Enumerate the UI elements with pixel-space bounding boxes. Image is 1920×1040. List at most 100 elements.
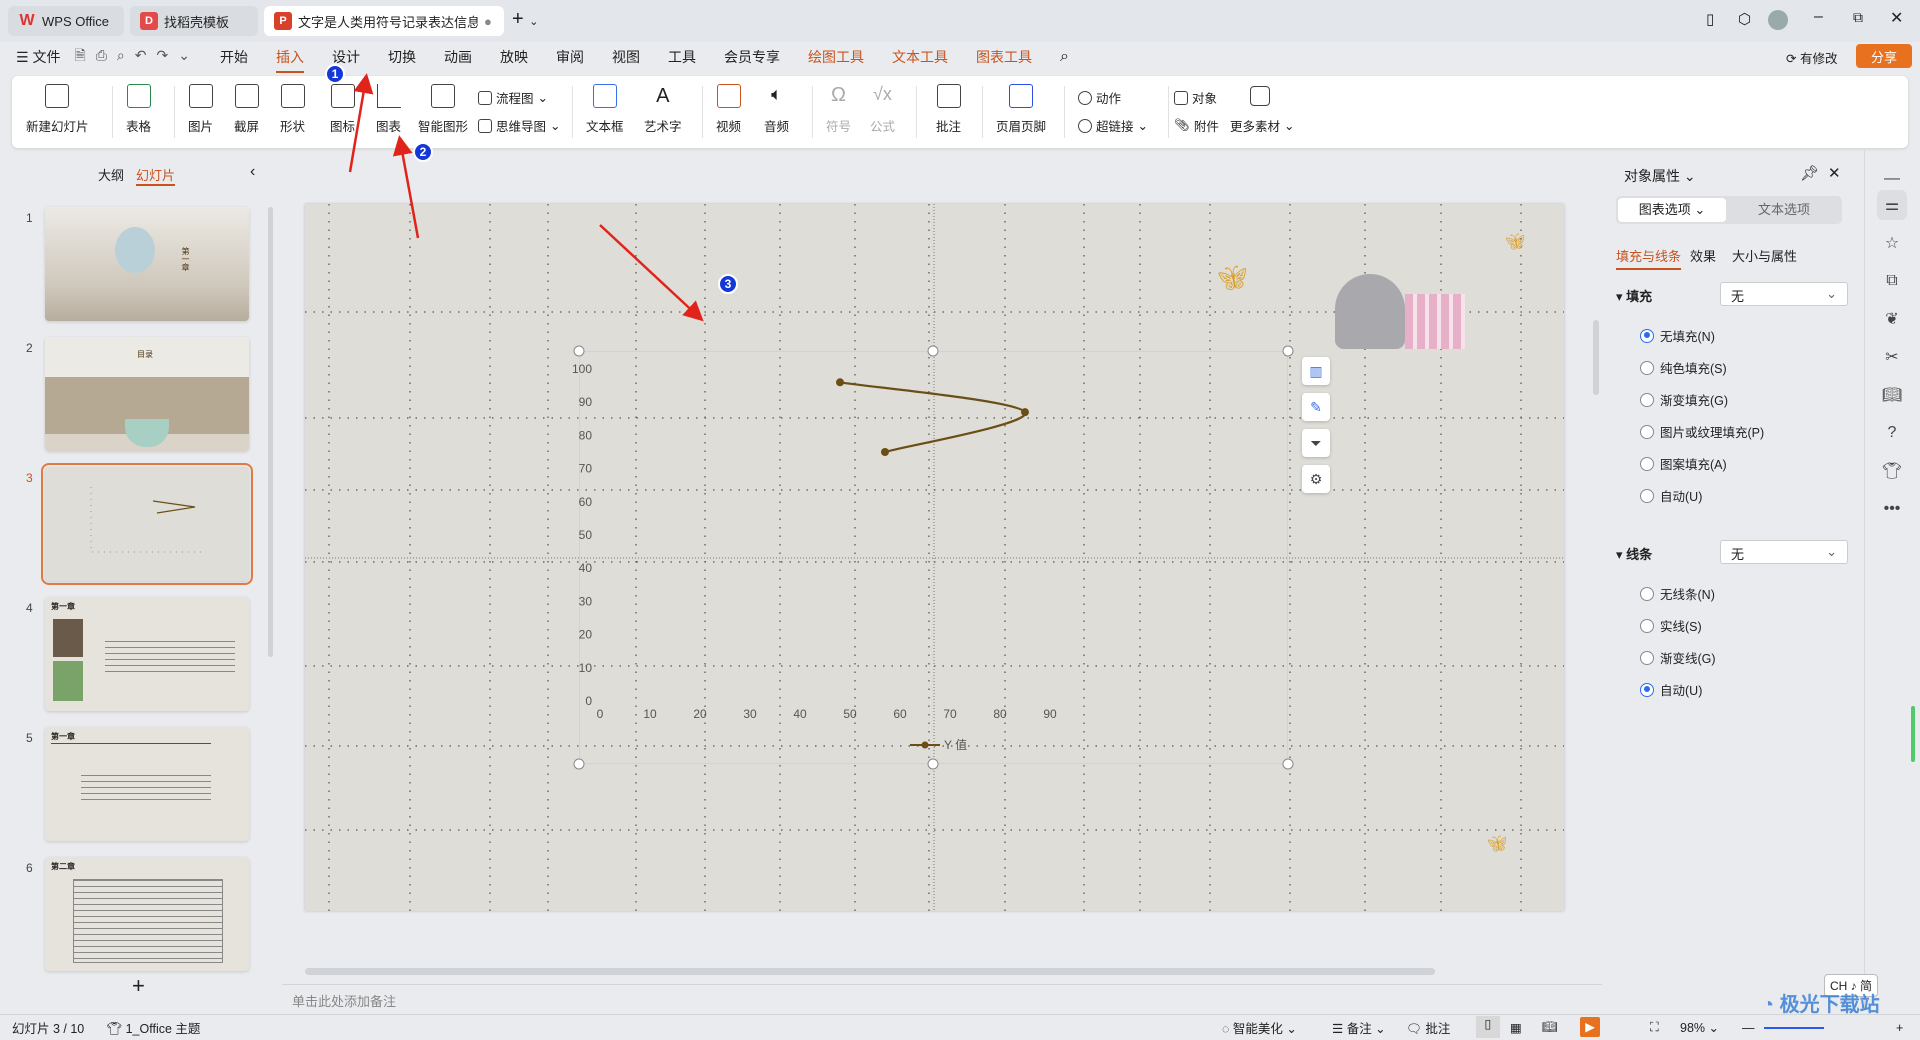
- help-icon[interactable]: ?: [1877, 418, 1907, 448]
- resize-handle-sw[interactable]: [573, 758, 585, 770]
- menu-tools[interactable]: 工具: [654, 47, 710, 67]
- radio-line-2[interactable]: 渐变线(G): [1640, 648, 1716, 667]
- book-search-icon[interactable]: 📖︎: [1877, 380, 1907, 410]
- smart-beautify-button[interactable]: ◌ 智能美化 ⌄: [1222, 1018, 1297, 1037]
- more-materials-button[interactable]: 更多素材 ⌄: [1230, 116, 1295, 135]
- chart-settings-button[interactable]: ⚙: [1302, 465, 1330, 493]
- textbox-button[interactable]: 文本框: [586, 84, 624, 135]
- search-icon[interactable]: ⌕: [1046, 48, 1083, 66]
- slide-panel-scrollbar[interactable]: [268, 207, 273, 657]
- menu-design[interactable]: 设计: [318, 47, 374, 67]
- minimize-button[interactable]: –: [1814, 8, 1823, 26]
- tab-docer[interactable]: D 找稻壳模板: [130, 6, 258, 36]
- vertical-scrollbar[interactable]: [1593, 320, 1599, 395]
- more-icon[interactable]: •••: [1877, 494, 1907, 524]
- close-button[interactable]: ✕: [1890, 8, 1903, 28]
- line-dropdown[interactable]: 无 ⌄: [1720, 540, 1848, 564]
- radio-fill-0[interactable]: 无填充(N): [1640, 326, 1715, 345]
- tools-icon[interactable]: ✂: [1877, 342, 1907, 372]
- formula-button[interactable]: √x 公式: [870, 84, 895, 135]
- side-scroll-indicator[interactable]: [1911, 706, 1915, 762]
- slide-thumbnail-5[interactable]: 第一章: [45, 727, 249, 841]
- object-button[interactable]: 对象: [1174, 88, 1217, 107]
- cube-icon[interactable]: ⬡: [1738, 10, 1751, 28]
- layout-icon[interactable]: ▯: [1706, 10, 1714, 28]
- resize-handle-nw[interactable]: [573, 345, 585, 357]
- menu-slideshow[interactable]: 放映: [486, 47, 542, 67]
- fill-section-toggle[interactable]: ▾ 填充: [1616, 286, 1652, 305]
- radio-fill-5[interactable]: 自动(U): [1640, 486, 1702, 505]
- radio-fill-1[interactable]: 纯色填充(S): [1640, 358, 1727, 377]
- notes-button[interactable]: ☰ 备注 ⌄: [1332, 1018, 1386, 1037]
- fill-dropdown[interactable]: 无 ⌄: [1720, 282, 1848, 306]
- chart-elements-button[interactable]: ▥: [1302, 357, 1330, 385]
- resize-handle-se[interactable]: [1282, 758, 1294, 770]
- symbol-button[interactable]: Ω 符号: [826, 84, 851, 135]
- material-icon[interactable]: ❦: [1877, 304, 1907, 334]
- pin-icon[interactable]: 📌︎: [1800, 164, 1819, 182]
- video-button[interactable]: 视频: [716, 84, 741, 135]
- attachment-button[interactable]: 📎︎ 附件: [1174, 116, 1219, 135]
- subtab-fill-line[interactable]: 填充与线条: [1616, 246, 1682, 270]
- slide-sorter-button[interactable]: ▦: [1510, 1020, 1522, 1035]
- star-icon[interactable]: ☆: [1877, 228, 1907, 258]
- modified-status[interactable]: ⟳ 有修改: [1786, 48, 1837, 67]
- collapse-panel-icon[interactable]: ‹: [250, 163, 255, 181]
- radio-line-0[interactable]: 无线条(N): [1640, 584, 1715, 603]
- shape-button[interactable]: 形状: [280, 84, 305, 135]
- hyperlink-button[interactable]: 超链接 ⌄: [1078, 116, 1148, 135]
- tab-slides[interactable]: 幻灯片: [136, 165, 176, 186]
- icon-button[interactable]: 图标: [330, 84, 355, 135]
- radio-line-3[interactable]: 自动(U): [1640, 680, 1702, 699]
- horizontal-scrollbar[interactable]: [305, 968, 1435, 975]
- share-button[interactable]: 分享: [1856, 44, 1912, 68]
- flowchart-button[interactable]: 流程图 ⌄: [478, 88, 548, 107]
- close-panel-icon[interactable]: ✕: [1828, 164, 1841, 182]
- resize-handle-n[interactable]: [927, 345, 939, 357]
- tab-wps-office[interactable]: W WPS Office: [8, 6, 124, 36]
- subtab-size-properties[interactable]: 大小与属性: [1732, 246, 1797, 265]
- chart-filter-button[interactable]: ⏷: [1302, 429, 1330, 457]
- radio-fill-2[interactable]: 渐变填充(G): [1640, 390, 1728, 409]
- play-button[interactable]: ▶: [1580, 1017, 1600, 1037]
- restore-button[interactable]: ⧉: [1853, 9, 1863, 26]
- menu-home[interactable]: 开始: [206, 47, 262, 67]
- line-section-toggle[interactable]: ▾ 线条: [1616, 544, 1652, 563]
- panel-title[interactable]: 对象属性 ⌄: [1624, 166, 1696, 186]
- chart-object[interactable]: [579, 351, 1288, 764]
- zoom-out-button[interactable]: —: [1742, 1021, 1755, 1035]
- theme-name[interactable]: 👕︎ 1_Office 主题: [106, 1018, 200, 1037]
- new-slide-button[interactable]: 新建幻灯片: [26, 84, 89, 135]
- add-slide-button[interactable]: +: [132, 973, 145, 999]
- menu-text-tools[interactable]: 文本工具: [878, 47, 962, 67]
- quick-access-toolbar[interactable]: 🗎⎙⌕↶↷⌄: [68, 45, 206, 69]
- slide-thumbnail-4[interactable]: 第一章: [45, 597, 249, 711]
- menu-drawing-tools[interactable]: 绘图工具: [794, 47, 878, 67]
- theme-icon[interactable]: 👕︎: [1877, 456, 1907, 486]
- comment-button[interactable]: 批注: [936, 84, 961, 135]
- menu-transition[interactable]: 切换: [374, 47, 430, 67]
- tab-chart-options[interactable]: 图表选项 ⌄: [1618, 198, 1726, 222]
- slide-thumbnail-6[interactable]: 第二章: [45, 857, 249, 971]
- file-menu[interactable]: ☰ 文件: [0, 47, 68, 67]
- table-button[interactable]: 表格: [126, 84, 151, 135]
- picture-button[interactable]: 图片: [188, 84, 213, 135]
- fit-window-button[interactable]: ⛶: [1650, 1020, 1659, 1035]
- menu-review[interactable]: 审阅: [542, 47, 598, 67]
- slide-thumbnail-3[interactable]: [41, 463, 253, 585]
- slide-thumbnail-2[interactable]: 目录: [45, 337, 249, 451]
- new-tab-button[interactable]: + ⌄: [512, 8, 538, 31]
- menu-view[interactable]: 视图: [598, 47, 654, 67]
- chart-style-button[interactable]: ✎: [1302, 393, 1330, 421]
- chart-button[interactable]: 图表: [376, 84, 401, 135]
- properties-icon[interactable]: ⚌: [1877, 190, 1907, 220]
- menu-member[interactable]: 会员专享: [710, 47, 794, 67]
- transform-icon[interactable]: ⧉: [1877, 266, 1907, 296]
- slide-thumbnail-1[interactable]: 第一章: [45, 207, 249, 321]
- notes-input[interactable]: 单击此处添加备注: [292, 991, 396, 1010]
- resize-handle-ne[interactable]: [1282, 345, 1294, 357]
- tab-document[interactable]: P 文字是人类用符号记录表达信息以 ●: [264, 6, 504, 36]
- menu-insert[interactable]: 插入: [262, 47, 318, 73]
- reading-view-button[interactable]: 📖︎: [1542, 1020, 1558, 1035]
- resize-handle-s[interactable]: [927, 758, 939, 770]
